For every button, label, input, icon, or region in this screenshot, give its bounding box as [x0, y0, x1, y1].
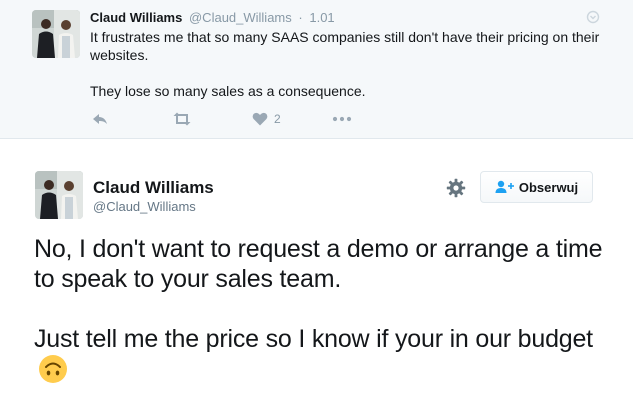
tweet-timestamp[interactable]: 1.01 — [309, 10, 334, 25]
tweet-header: Claud Williams @Claud_Williams · 1.01 — [90, 9, 335, 26]
follow-label: Obserwuj — [518, 179, 579, 195]
author-name[interactable]: Claud Williams — [93, 178, 214, 198]
author-name[interactable]: Claud Williams — [90, 10, 182, 25]
more-button[interactable] — [332, 111, 352, 127]
upside-down-face-emoji — [38, 354, 68, 384]
avatar-photo — [35, 171, 83, 219]
gear-icon[interactable] — [446, 178, 466, 198]
heart-icon — [252, 112, 268, 126]
tweet-paragraph: No, I don't want to request a demo or ar… — [34, 235, 603, 293]
focused-tweet: Claud Williams @Claud_Williams Obserwuj … — [0, 139, 633, 403]
follow-button[interactable]: Obserwuj — [480, 171, 593, 203]
tweet-text: It frustrates me that so many SAAS compa… — [90, 28, 610, 100]
tweet-text: No, I don't want to request a demo or ar… — [34, 234, 614, 385]
avatar-photo — [32, 10, 80, 58]
parent-tweet[interactable]: Claud Williams @Claud_Williams · 1.01 It… — [0, 0, 633, 139]
author-handle[interactable]: @Claud_Williams — [93, 198, 196, 216]
avatar[interactable] — [32, 10, 80, 58]
avatar[interactable] — [35, 171, 83, 219]
chevron-down-icon[interactable] — [586, 10, 600, 24]
more-dots-icon — [332, 116, 352, 122]
meta-separator: · — [298, 10, 303, 25]
retweet-icon — [173, 112, 191, 126]
tweet-paragraph: Just tell me the price so I know if your… — [34, 324, 614, 385]
tweet-paragraph: It frustrates me that so many SAAS compa… — [90, 29, 600, 63]
author-handle[interactable]: @Claud_Williams — [189, 10, 292, 25]
retweet-button[interactable] — [172, 111, 192, 127]
add-user-icon — [495, 180, 514, 193]
like-count: 2 — [274, 112, 281, 126]
tweet-paragraph-text: Just tell me the price so I know if your… — [34, 325, 593, 353]
reply-button[interactable] — [92, 111, 108, 127]
like-button[interactable]: 2 — [252, 111, 281, 127]
reply-icon — [93, 114, 107, 124]
tweet-paragraph: They lose so many sales as a consequence… — [90, 83, 366, 99]
